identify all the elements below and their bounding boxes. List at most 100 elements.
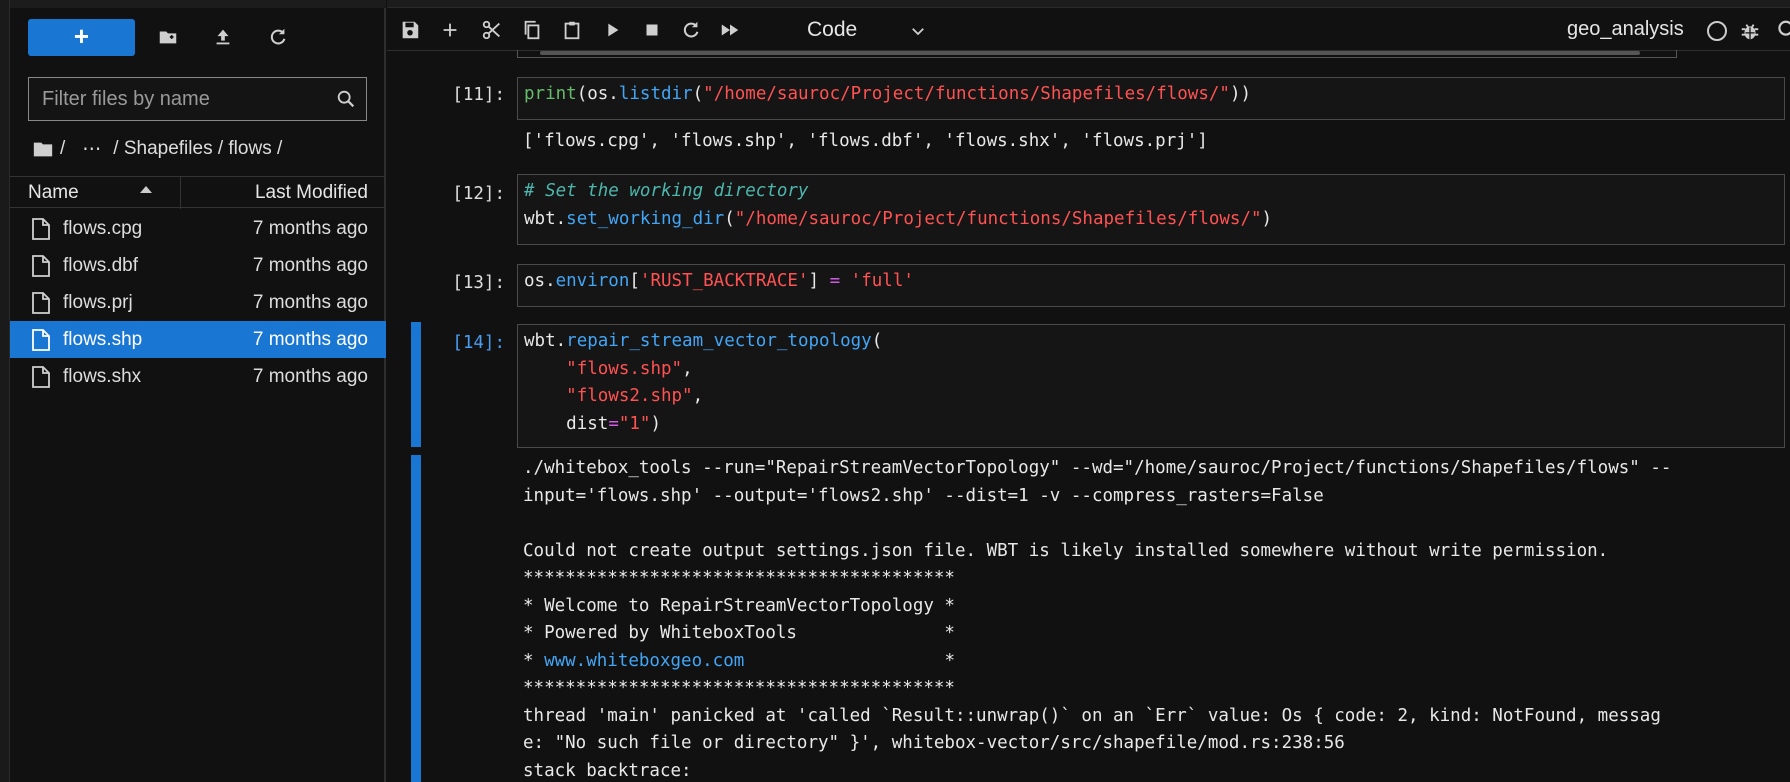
code-token: ) xyxy=(1261,208,1273,229)
output-line: e: "No such file or directory" }', white… xyxy=(523,733,1345,753)
filter-files-field[interactable] xyxy=(28,77,367,121)
refresh-icon[interactable] xyxy=(263,22,293,52)
stop-icon[interactable] xyxy=(637,16,667,44)
file-name: flows.cpg xyxy=(63,218,143,239)
code-token: , xyxy=(682,358,693,379)
filter-files-input[interactable] xyxy=(29,78,319,120)
code-token: set_working_dir xyxy=(566,208,725,229)
code-token: "flows2.shp" xyxy=(566,386,693,406)
code-token: dist xyxy=(566,413,609,434)
cell-prompt: [11]: xyxy=(452,85,505,105)
column-header-name[interactable]: Name xyxy=(28,182,79,204)
breadcrumb-ellipsis[interactable]: ⋯ xyxy=(82,138,101,161)
code-token: "/home/sauroc/Project/functions/Shapefil… xyxy=(703,84,1230,104)
file-icon xyxy=(32,292,50,314)
cell-type-dropdown[interactable]: Code xyxy=(807,18,857,42)
file-list-item[interactable]: flows.prj 7 months ago xyxy=(10,284,386,321)
code-token: , xyxy=(692,386,704,406)
file-name: flows.dbf xyxy=(63,255,138,276)
code-token: os. xyxy=(524,271,556,291)
code-cell-input[interactable]: wbt.repair_stream_vector_topology( "flow… xyxy=(517,324,1785,448)
file-browser-tab-strip xyxy=(10,0,386,8)
column-header-last-modified[interactable]: Last Modified xyxy=(255,182,368,204)
cut-icon[interactable] xyxy=(477,16,507,44)
output-line: thread 'main' panicked at 'called `Resul… xyxy=(523,705,1661,726)
file-browser-panel: + / ⋯ / Shapefiles / flows / Name xyxy=(10,0,386,782)
save-icon[interactable] xyxy=(395,16,425,44)
debugger-bug-icon[interactable] xyxy=(1739,20,1761,42)
cell-output-stream: ./whitebox_tools --run="RepairStreamVect… xyxy=(523,455,1790,782)
breadcrumb-path[interactable]: / Shapefiles / flows / xyxy=(113,138,282,160)
run-icon[interactable] xyxy=(597,16,627,44)
output-line: ****************************************… xyxy=(523,568,955,588)
whiteboxgeo-link[interactable]: www.whiteboxgeo.com xyxy=(544,651,744,671)
code-token: 'RUST_BACKTRACE' xyxy=(639,271,809,291)
chevron-down-icon[interactable] xyxy=(909,22,927,40)
file-name: flows.shx xyxy=(63,366,142,387)
code-token: wbt. xyxy=(524,208,567,229)
code-cell-input[interactable]: # Set the working directory wbt.set_work… xyxy=(517,174,1785,245)
file-list-header: Name Last Modified xyxy=(10,176,386,209)
output-line: ./whitebox_tools --run="RepairStreamVect… xyxy=(523,458,1672,478)
output-collapser[interactable] xyxy=(411,455,421,782)
input-collapser[interactable] xyxy=(411,322,421,447)
new-folder-icon[interactable] xyxy=(153,22,183,52)
home-folder-icon[interactable] xyxy=(32,138,54,160)
code-token: ( xyxy=(692,84,704,104)
cell-prompt: [12]: xyxy=(452,184,505,204)
code-token: ( xyxy=(871,331,883,351)
file-list-item[interactable]: flows.cpg 7 months ago xyxy=(10,210,386,247)
notebook-panel: Code geo_analysis [11]: print(os.listdir… xyxy=(387,0,1790,782)
output-line: * Powered by WhiteboxTools * xyxy=(523,623,955,643)
code-token: "1" xyxy=(618,413,651,434)
code-token: "/home/sauroc/Project/functions/Shapefil… xyxy=(734,208,1262,229)
file-list-item[interactable]: flows.dbf 7 months ago xyxy=(10,247,386,284)
notebook-tab-strip xyxy=(387,0,1790,8)
code-token: )) xyxy=(1229,84,1252,104)
cell-prompt: [13]: xyxy=(452,273,505,293)
insert-cell-icon[interactable] xyxy=(435,16,465,44)
file-list-item[interactable]: flows.shx 7 months ago xyxy=(10,358,386,395)
code-cell-input[interactable]: print(os.listdir("/home/sauroc/Project/f… xyxy=(517,77,1785,120)
search-icon[interactable] xyxy=(1773,18,1790,42)
code-token: ( xyxy=(724,208,735,229)
file-icon xyxy=(32,255,50,277)
file-name: flows.shp xyxy=(63,329,143,350)
code-token: wbt. xyxy=(524,331,567,351)
copy-icon[interactable] xyxy=(517,16,547,44)
cell-prompt: [14]: xyxy=(452,333,505,353)
file-list: flows.cpg 7 months ago flows.dbf 7 months a… xyxy=(10,210,386,395)
output-text: * xyxy=(744,650,955,671)
file-list-item[interactable]: flows.shp 7 months ago xyxy=(10,321,386,358)
paste-icon[interactable] xyxy=(557,16,587,44)
output-line: input='flows.shp' --output='flows2.shp' … xyxy=(523,485,1324,506)
code-comment: # Set the working directory xyxy=(524,181,809,201)
code-token: repair_stream_vector_topology xyxy=(566,331,872,351)
breadcrumb: / ⋯ / Shapefiles / flows / xyxy=(32,134,291,164)
restart-run-all-icon[interactable] xyxy=(715,16,745,44)
output-line: ****************************************… xyxy=(523,678,955,698)
new-launcher-button[interactable]: + xyxy=(28,19,135,56)
upload-icon[interactable] xyxy=(208,22,238,52)
kernel-name[interactable]: geo_analysis xyxy=(1567,18,1684,41)
column-divider[interactable] xyxy=(180,177,181,209)
code-token: listdir xyxy=(618,84,693,104)
code-token: = xyxy=(829,271,841,291)
restart-kernel-icon[interactable] xyxy=(676,16,706,44)
file-last-modified: 7 months ago xyxy=(252,329,368,350)
code-token: environ xyxy=(555,271,630,291)
output-line: * Welcome to RepairStreamVectorTopology … xyxy=(523,595,955,616)
file-icon xyxy=(32,329,50,351)
file-last-modified: 7 months ago xyxy=(252,366,368,387)
breadcrumb-root[interactable]: / xyxy=(60,138,65,160)
file-name: flows.prj xyxy=(63,292,133,313)
previous-output-scrollbar[interactable] xyxy=(517,50,1677,58)
code-token: ] xyxy=(808,271,830,291)
notebook-toolbar: Code geo_analysis xyxy=(387,9,1790,51)
code-cell-input[interactable]: os.environ['RUST_BACKTRACE'] = 'full' xyxy=(517,264,1785,307)
cell-output: ['flows.cpg', 'flows.shp', 'flows.dbf', … xyxy=(523,131,1208,151)
